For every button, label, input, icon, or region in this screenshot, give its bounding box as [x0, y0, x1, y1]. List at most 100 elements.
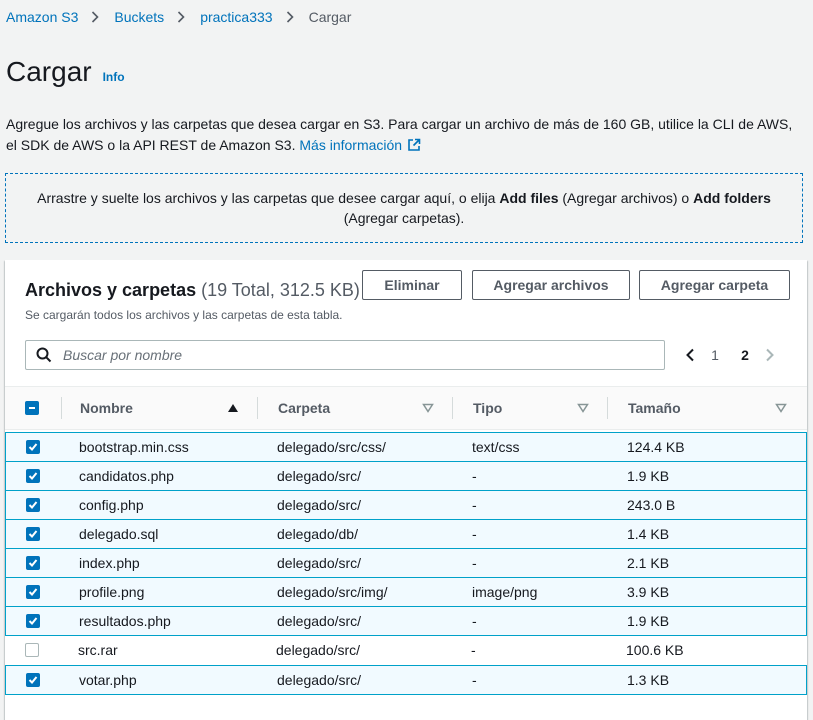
external-link-icon [407, 137, 421, 158]
checkbox-checked-icon [26, 673, 40, 687]
learn-more-label: Más información [299, 136, 403, 153]
cell-size: 1.9 KB [627, 468, 670, 484]
row-checkbox[interactable] [26, 549, 40, 577]
cell-type: text/css [472, 439, 520, 455]
cell-folder: delegado/src/css/ [277, 439, 386, 455]
cell-folder: delegado/src/ [277, 468, 362, 484]
cell-size: 1.4 KB [627, 526, 670, 542]
table-row[interactable]: candidatos.php delegado/src/ - 1.9 KB [5, 461, 807, 491]
cell-size: 100.6 KB [626, 642, 684, 658]
column-tamano[interactable]: Tamaño [628, 387, 681, 429]
page-2[interactable]: 2 [730, 347, 760, 363]
table-row[interactable]: resultados.php delegado/src/ - 1.9 KB [5, 606, 807, 636]
add-folder-button[interactable]: Agregar carpeta [639, 270, 790, 300]
cell-folder: delegado/src/ [277, 555, 362, 571]
column-carpeta[interactable]: Carpeta [278, 387, 330, 429]
row-checkbox[interactable] [26, 520, 40, 548]
row-checkbox[interactable] [26, 607, 40, 635]
cell-type: - [472, 555, 477, 571]
pagination: 1 2 [680, 340, 780, 370]
table-row[interactable]: index.php delegado/src/ - 2.1 KB [5, 548, 807, 578]
sort-ascending-icon[interactable] [227, 403, 239, 413]
search-input[interactable] [61, 346, 645, 364]
column-nombre[interactable]: Nombre [80, 387, 133, 429]
sort-icon[interactable] [775, 403, 787, 413]
cell-name: src.rar [78, 642, 118, 658]
add-files-button[interactable]: Agregar archivos [472, 270, 630, 300]
cell-folder: delegado/src/ [276, 642, 361, 658]
checkbox-checked-icon [26, 614, 40, 628]
upload-dropzone[interactable]: Arrastre y suelte los archivos y las car… [5, 173, 803, 243]
breadcrumb-current: Cargar [308, 9, 352, 25]
cell-name: bootstrap.min.css [79, 439, 189, 455]
cell-size: 3.9 KB [627, 584, 670, 600]
cell-name: votar.php [79, 672, 137, 688]
cell-folder: delegado/src/ [277, 497, 362, 513]
checkbox-checked-icon [26, 527, 40, 541]
cell-size: 243.0 B [627, 497, 676, 513]
column-tamano-label: Tamaño [628, 400, 681, 416]
cell-name: resultados.php [79, 613, 171, 629]
cell-name: profile.png [79, 584, 145, 600]
files-table: Nombre Carpeta Tipo Tamaño bootstrap.min… [5, 386, 807, 695]
info-link[interactable]: Info [103, 70, 125, 84]
select-all-checkbox[interactable] [25, 387, 39, 429]
cell-name: delegado.sql [79, 526, 159, 542]
checkbox-checked-icon [26, 556, 40, 570]
column-nombre-label: Nombre [80, 400, 133, 416]
cell-name: config.php [79, 497, 144, 513]
dropzone-add-files: Add files [499, 189, 559, 206]
row-checkbox[interactable] [26, 491, 40, 519]
cell-folder: delegado/src/img/ [277, 584, 388, 600]
panel-subtitle: Se cargarán todos los archivos y las car… [25, 308, 343, 322]
breadcrumb-bucket[interactable]: practica333 [200, 9, 272, 25]
dropzone-text-2: (Agregar archivos) o [562, 189, 690, 206]
column-tipo[interactable]: Tipo [473, 387, 502, 429]
page-title: Cargar [6, 56, 92, 87]
chevron-left-icon[interactable] [680, 348, 700, 362]
cell-type: - [472, 468, 477, 484]
row-checkbox[interactable] [26, 666, 40, 694]
cell-type: - [472, 672, 477, 688]
breadcrumb-buckets[interactable]: Buckets [114, 9, 164, 25]
checkbox-checked-icon [26, 498, 40, 512]
chevron-right-icon [286, 10, 294, 24]
table-row[interactable]: delegado.sql delegado/db/ - 1.4 KB [5, 519, 807, 549]
checkbox-unchecked-icon [25, 643, 39, 657]
column-carpeta-label: Carpeta [278, 400, 331, 416]
table-row[interactable]: src.rar delegado/src/ - 100.6 KB [5, 636, 807, 666]
row-checkbox[interactable] [26, 462, 40, 490]
row-checkbox[interactable] [25, 636, 39, 664]
dropzone-text-3: (Agregar carpetas). [343, 210, 465, 226]
chevron-right-icon[interactable] [760, 348, 780, 362]
search-box[interactable] [25, 340, 665, 370]
row-checkbox[interactable] [26, 433, 40, 461]
cell-type: - [471, 642, 476, 658]
breadcrumb-amazon-s3[interactable]: Amazon S3 [6, 9, 78, 25]
sort-icon[interactable] [577, 403, 589, 413]
dropzone-text: Arrastre y suelte los archivos y las car… [24, 188, 784, 229]
panel-title: Archivos y carpetas (19 Total, 312.5 KB) [25, 280, 360, 301]
panel-count: (19 Total, 312.5 KB) [201, 280, 360, 300]
cell-size: 1.3 KB [627, 672, 670, 688]
row-checkbox[interactable] [26, 578, 40, 606]
learn-more-link[interactable]: Más información [299, 137, 421, 153]
cell-name: candidatos.php [79, 468, 174, 484]
table-row[interactable]: config.php delegado/src/ - 243.0 B [5, 490, 807, 520]
table-row[interactable]: bootstrap.min.css delegado/src/css/text/c… [5, 432, 807, 462]
search-icon [36, 347, 52, 363]
cell-size: 2.1 KB [627, 555, 670, 571]
table-row[interactable]: profile.png delegado/src/img/image/png 3.9… [5, 577, 807, 607]
table-row[interactable]: votar.php delegado/src/ - 1.3 KB [5, 665, 807, 695]
table-header: Nombre Carpeta Tipo Tamaño [5, 386, 807, 430]
cell-type: - [472, 526, 477, 542]
chevron-right-icon [91, 10, 100, 24]
sort-icon[interactable] [422, 403, 434, 413]
delete-button[interactable]: Eliminar [362, 270, 462, 300]
cell-type: - [472, 613, 477, 629]
table-body: bootstrap.min.css delegado/src/css/text/c… [5, 432, 807, 695]
column-tipo-label: Tipo [473, 400, 503, 416]
page-1[interactable]: 1 [700, 347, 730, 363]
cell-folder: delegado/src/ [277, 672, 362, 688]
checkbox-checked-icon [26, 585, 40, 599]
